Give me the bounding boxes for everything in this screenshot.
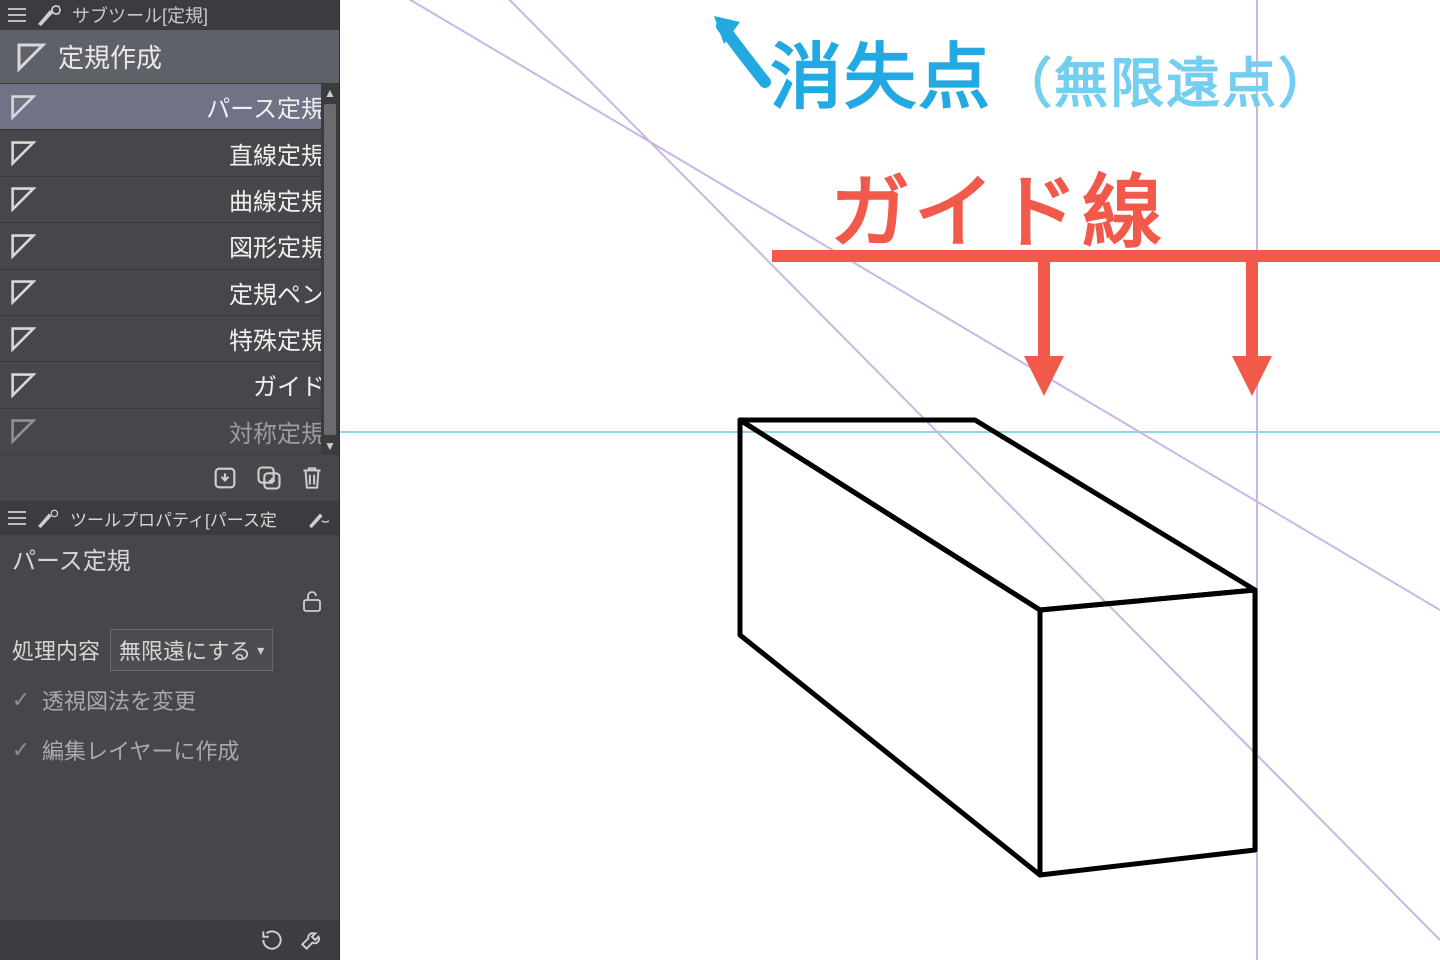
subtool-item-special-ruler[interactable]: 特殊定規 (0, 316, 339, 362)
tool-property-header: ツールプロパティ[パース定 (0, 501, 339, 535)
checkmark-icon: ✓ (12, 741, 30, 759)
subtool-item-line-ruler[interactable]: 直線定規 (0, 130, 339, 176)
unlock-icon[interactable] (301, 589, 323, 613)
tool-property-title: パース定規 (0, 535, 339, 581)
subtool-item-label: 対称定規 (229, 414, 325, 449)
scroll-thumb[interactable] (324, 104, 336, 435)
wrench-icon[interactable] (299, 927, 325, 953)
annotation-guide-arrows-icon (772, 246, 1440, 411)
panel-menu-icon[interactable] (8, 8, 26, 22)
scroll-down-icon[interactable]: ▼ (321, 437, 339, 455)
property-process-row: 処理内容 無限遠にする ▾ (12, 625, 327, 675)
subtool-list: パース定規 直線定規 曲線定規 図形定規 定規ペン (0, 84, 339, 455)
checkmark-icon: ✓ (12, 691, 30, 709)
checkbox-create-on-edit-layer[interactable]: ✓ 編集レイヤーに作成 (12, 725, 327, 775)
reset-settings-icon[interactable] (259, 927, 285, 953)
triangle-ruler-icon (10, 140, 36, 166)
subtool-item-label: 特殊定規 (229, 321, 325, 356)
brush-shape-icon[interactable] (307, 508, 331, 528)
subtool-item-ruler-pen[interactable]: 定規ペン (0, 270, 339, 316)
subtool-item-symmetry-ruler[interactable]: 対称定規 (0, 409, 339, 455)
triangle-ruler-icon (10, 94, 36, 120)
duplicate-subtool-icon[interactable] (255, 464, 283, 492)
checkbox-label: 編集レイヤーに作成 (42, 734, 239, 766)
tool-property-section: 処理内容 無限遠にする ▾ ✓ 透視図法を変更 ✓ 編集レイヤーに作成 (0, 621, 339, 787)
subtool-item-perspective-ruler[interactable]: パース定規 (0, 84, 339, 130)
property-process-label: 処理内容 (12, 634, 100, 666)
panel-menu-icon[interactable] (8, 511, 26, 525)
subtool-panel-title: サブツール[定規] (72, 2, 208, 28)
tool-property-footer (0, 920, 339, 960)
triangle-ruler-icon (16, 42, 46, 72)
subtool-item-label: 曲線定規 (229, 182, 325, 217)
subtool-item-label: 直線定規 (229, 136, 325, 171)
subtool-scrollbar[interactable]: ▲ ▼ (321, 84, 339, 455)
annotation-vanishing-point-paren: （無限遠点） (998, 39, 1334, 118)
brush-gear-icon (36, 508, 60, 528)
tool-property-header-title: ツールプロパティ[パース定 (70, 506, 277, 531)
canvas-area[interactable]: 消失点 （無限遠点） ガイド線 (340, 0, 1440, 960)
subtool-group-tab[interactable]: 定規作成 (0, 30, 339, 84)
triangle-ruler-icon (10, 186, 36, 212)
triangle-ruler-icon (10, 372, 36, 398)
subtool-item-curve-ruler[interactable]: 曲線定規 (0, 177, 339, 223)
subtool-item-figure-ruler[interactable]: 図形定規 (0, 223, 339, 269)
subtool-actions (0, 455, 339, 501)
annotation-vanishing-point: 消失点 （無限遠点） (770, 18, 1334, 123)
property-process-select[interactable]: 無限遠にする ▾ (110, 629, 273, 671)
subtool-group-label: 定規作成 (58, 38, 162, 75)
property-process-value: 無限遠にする (119, 634, 251, 666)
subtool-item-label: パース定規 (206, 89, 325, 124)
scroll-up-icon[interactable]: ▲ (321, 84, 339, 102)
subtool-item-label: 図形定規 (229, 228, 325, 263)
canvas-box-drawing (340, 0, 1440, 960)
checkbox-label: 透視図法を変更 (42, 684, 196, 716)
side-panel: サブツール[定規] 定規作成 パース定規 直線定規 曲線定規 (0, 0, 340, 960)
triangle-ruler-icon (10, 233, 36, 259)
checkbox-change-perspective[interactable]: ✓ 透視図法を変更 (12, 675, 327, 725)
annotation-vanishing-point-text: 消失点 (770, 18, 992, 123)
chevron-down-icon: ▾ (257, 642, 264, 659)
delete-subtool-icon[interactable] (299, 464, 325, 492)
triangle-ruler-icon (10, 326, 36, 352)
brush-gear-icon (36, 4, 62, 26)
subtool-item-label: 定規ペン (229, 275, 325, 310)
import-subtool-icon[interactable] (211, 464, 239, 492)
subtool-panel-header: サブツール[定規] (0, 0, 339, 30)
annotation-guide-line-text: ガイド線 (830, 168, 1166, 257)
triangle-ruler-icon (10, 279, 36, 305)
subtool-item-guide[interactable]: ガイド (0, 362, 339, 408)
subtool-item-label: ガイド (253, 367, 325, 402)
triangle-ruler-icon (10, 418, 36, 444)
